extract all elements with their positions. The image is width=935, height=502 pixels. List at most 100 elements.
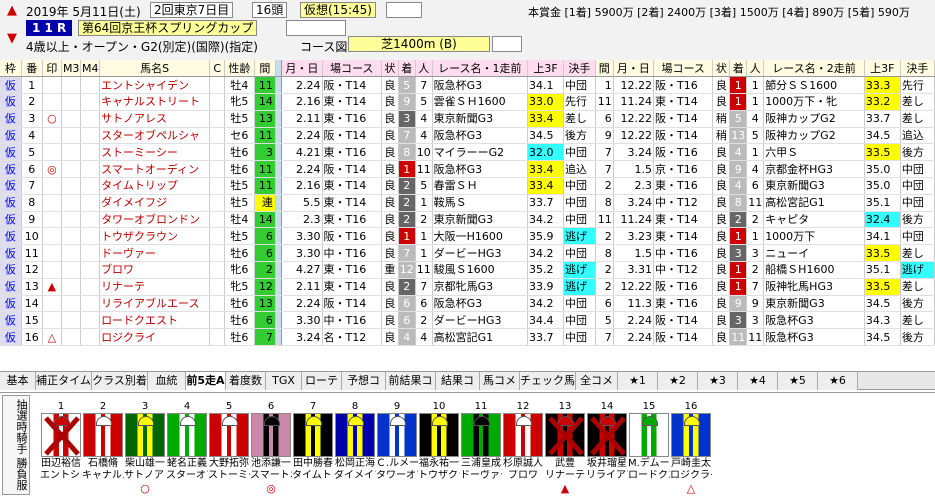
- col-last3f-2[interactable]: 上3F: [864, 60, 901, 78]
- cell-name[interactable]: タワーオブロンドン: [99, 211, 211, 229]
- col-mark[interactable]: 印: [42, 60, 62, 78]
- cell-name[interactable]: リナーテ: [99, 278, 211, 296]
- col-m4[interactable]: M4: [80, 60, 101, 78]
- tab-15[interactable]: ★2: [658, 372, 698, 390]
- jockey-slot[interactable]: 1 田辺裕信エントシャ: [40, 401, 82, 491]
- tab-8[interactable]: 予想コメ: [342, 372, 386, 405]
- tab-1[interactable]: 補正タイム: [36, 372, 92, 390]
- tab-19[interactable]: ★6: [818, 372, 858, 390]
- col-race-1[interactable]: レース名・1走前: [432, 60, 529, 78]
- col-race-2[interactable]: レース名・2走前: [763, 60, 865, 78]
- cell-name[interactable]: リライアブルエース: [99, 295, 211, 313]
- col-pop-2[interactable]: 人: [746, 60, 765, 78]
- col-last3f-1[interactable]: 上3F: [527, 60, 565, 78]
- col-state-1[interactable]: 状: [381, 60, 399, 78]
- cell-name[interactable]: ロードクエスト: [99, 311, 211, 330]
- cell-name[interactable]: エントシャイデン: [99, 76, 211, 95]
- cell-name[interactable]: スターオブペルシャ: [99, 127, 211, 145]
- col-place-2[interactable]: 着: [729, 60, 748, 78]
- col-gap[interactable]: 間: [254, 60, 276, 78]
- cell-name[interactable]: ドーヴァー: [99, 244, 211, 263]
- table-row[interactable]: 仮 13 ▲ リナーテ 牝5 12 2.11 東・T14 良 2 7 京都牝馬G3 33.9 逃げ 2 12.…: [0, 278, 935, 296]
- tab-3[interactable]: 血統: [148, 372, 186, 390]
- cell-name[interactable]: ブロワ: [99, 261, 211, 279]
- jockey-slot[interactable]: 11 三浦皇成ドーヴァー: [460, 401, 502, 491]
- forecast-input[interactable]: [386, 2, 422, 18]
- jockey-slot[interactable]: 14 坂井瑠星リライアブ: [586, 401, 628, 491]
- col-place-1[interactable]: 着: [398, 60, 416, 78]
- jockey-slot[interactable]: 13 武豊 リナーテ ▲: [544, 401, 586, 495]
- col-date-2[interactable]: 月・日: [613, 60, 655, 78]
- jockey-slot[interactable]: 4 蛯名正義スターオブ: [166, 401, 208, 491]
- cell-name[interactable]: タイムトリップ: [99, 177, 211, 195]
- jockey-slot[interactable]: 5 大野拓弥ストーミー: [208, 401, 250, 491]
- table-row[interactable]: 仮 2 キャナルストリート 牝5 14 2.16 東・T14 良 9 5 雲雀ＳＨ1600 33.0 先…: [0, 93, 935, 111]
- tab-10[interactable]: 結果コメ: [436, 372, 480, 405]
- cell-name[interactable]: トウザクラウン: [99, 227, 211, 246]
- col-style-2[interactable]: 決手: [900, 60, 935, 78]
- col-m3[interactable]: M3: [61, 60, 82, 78]
- jockey-slot[interactable]: 15 M.デムーロロードクエ: [628, 401, 670, 491]
- jockey-slot[interactable]: 3 柴山雄一サトノアレ○: [124, 401, 166, 495]
- tab-9[interactable]: 前結果コメ: [386, 372, 436, 405]
- col-horse-name[interactable]: 馬名S: [99, 60, 211, 78]
- table-row[interactable]: 仮 4 スターオブペルシャ セ6 11 2.24 阪・T14 良 7 4 阪急杯G3 34.5 後方 9 1…: [0, 127, 935, 145]
- cell-name[interactable]: キャナルストリート: [99, 93, 211, 111]
- table-row[interactable]: 仮 14 リライアブルエース 牡6 13 2.24 阪・T14 良 6 6 阪急杯G3 34.2 中団 6…: [0, 295, 935, 313]
- tab-0[interactable]: 基本: [0, 372, 36, 390]
- tab-4[interactable]: 前5走A: [186, 372, 226, 390]
- jockey-slot[interactable]: 8 松岡正海ダイメイフ: [334, 401, 376, 491]
- horse-name: ロードクエ: [628, 470, 670, 481]
- table-row[interactable]: 仮 5 ストーミーシー 牡6 3 4.21 東・T16 良 8 10 マイラーーG2 32.0 中団 7 3…: [0, 143, 935, 162]
- table-row[interactable]: 仮 1 エントシャイデン 牡4 11 2.24 阪・T14 良 5 7 阪急杯G3 34.1 中団 1 12…: [0, 76, 935, 95]
- table-row[interactable]: 仮 11 ドーヴァー 牡6 6 3.30 中・T16 良 7 1 ダービーHG3 34.2 中団 8 1.5…: [0, 244, 935, 263]
- jockey-slot[interactable]: 16 戸崎圭太ロジクライ△: [670, 401, 712, 495]
- course-map-label[interactable]: コース図: [300, 38, 347, 55]
- tab-5[interactable]: 着度数: [226, 372, 266, 390]
- table-row[interactable]: 仮 10 トウザクラウン 牡5 6 3.30 阪・T16 良 1 1 大阪一H1600 35.9 逃げ 2…: [0, 227, 935, 246]
- col-sex-age[interactable]: 性齢: [224, 60, 255, 78]
- tab-11[interactable]: 馬コメ: [480, 372, 520, 390]
- col-c[interactable]: C: [209, 60, 226, 78]
- tab-6[interactable]: TGX: [266, 372, 302, 390]
- cell-name[interactable]: スマートオーディン: [99, 160, 211, 179]
- table-row[interactable]: 仮 16 △ ロジクライ 牡6 7 3.24 名・T12 良 4 4 高松宮記G1 33.7 中団 7 2.2…: [0, 328, 935, 347]
- col-date-1[interactable]: 月・日: [281, 60, 323, 78]
- tab-7[interactable]: ローテ: [302, 372, 342, 390]
- tab-16[interactable]: ★3: [698, 372, 738, 390]
- table-row[interactable]: 仮 12 ブロワ 牝6 2 4.27 東・T16 重 12 11 駿風Ｓ1600 35.2 逃げ 2 3.3…: [0, 261, 935, 279]
- cell-name[interactable]: ダイメイフジ: [99, 194, 211, 212]
- table-row[interactable]: 仮 8 ダイメイフジ 牡5 連 5.5 東・T14 良 2 1 鞍馬Ｓ 33.7 中団 8 3.24 中・T1…: [0, 194, 935, 212]
- tab-12[interactable]: チェック馬コメ: [520, 372, 576, 405]
- prev-race-arrow-icon[interactable]: ▲: [3, 2, 21, 20]
- col-state-2[interactable]: 状: [712, 60, 731, 78]
- jockey-slot[interactable]: 10 福永祐一トウザクラ: [418, 401, 460, 491]
- jockey-slot[interactable]: 6 池添謙一スマートオ◎: [250, 401, 292, 495]
- col-gap-2[interactable]: 間: [595, 60, 614, 78]
- jockey-slot[interactable]: 9 Ｃ.ルメールタワーオブ: [376, 401, 418, 491]
- cell-name[interactable]: ストーミーシー: [99, 143, 211, 162]
- col-no[interactable]: 番: [21, 60, 43, 78]
- col-course-2[interactable]: 場コース: [653, 60, 714, 78]
- tab-2[interactable]: クラス別着: [92, 372, 148, 390]
- tab-18[interactable]: ★5: [778, 372, 818, 390]
- table-row[interactable]: 仮 9 タワーオブロンドン 牡4 14 2.3 東・T16 良 2 2 東京新聞G3 34.2 中団 11…: [0, 211, 935, 229]
- table-row[interactable]: 仮 6 ◎ スマートオーディン 牡6 11 2.24 阪・T14 良 1 11 阪急杯G3 33.4 追込…: [0, 160, 935, 179]
- col-style-1[interactable]: 決手: [563, 60, 596, 78]
- cell-sex: 牝6: [224, 261, 255, 279]
- tab-17[interactable]: ★4: [738, 372, 778, 390]
- jockey-slot[interactable]: 7 田中勝春タイムトリ: [292, 401, 334, 491]
- table-row[interactable]: 仮 3 ○ サトノアレス 牡5 13 2.11 東・T16 良 3 4 東京新聞G3 33.4 差し 6 12…: [0, 110, 935, 128]
- col-pop-1[interactable]: 人: [415, 60, 433, 78]
- tab-14[interactable]: ★1: [618, 372, 658, 390]
- jockey-slot[interactable]: 2 石橋脩キャナルス: [82, 401, 124, 491]
- table-row[interactable]: 仮 7 タイムトリップ 牡5 11 2.16 東・T14 良 2 5 春雷ＳＨ 33.4 中団 2 2.3 東…: [0, 177, 935, 195]
- col-waku[interactable]: 枠: [0, 60, 22, 78]
- cell-name[interactable]: サトノアレス: [99, 110, 211, 128]
- cell-name[interactable]: ロジクライ: [99, 328, 211, 347]
- table-row[interactable]: 仮 15 ロードクエスト 牡6 6 3.30 中・T16 良 6 2 ダービーHG3 34.4 中団 5 2…: [0, 311, 935, 330]
- tab-13[interactable]: 全コメ: [576, 372, 618, 390]
- col-course-1[interactable]: 場コース: [322, 60, 382, 78]
- jockey-slot[interactable]: 12 杉原誠人 ブロワ: [502, 401, 544, 491]
- next-race-arrow-icon[interactable]: ▼: [3, 30, 21, 48]
